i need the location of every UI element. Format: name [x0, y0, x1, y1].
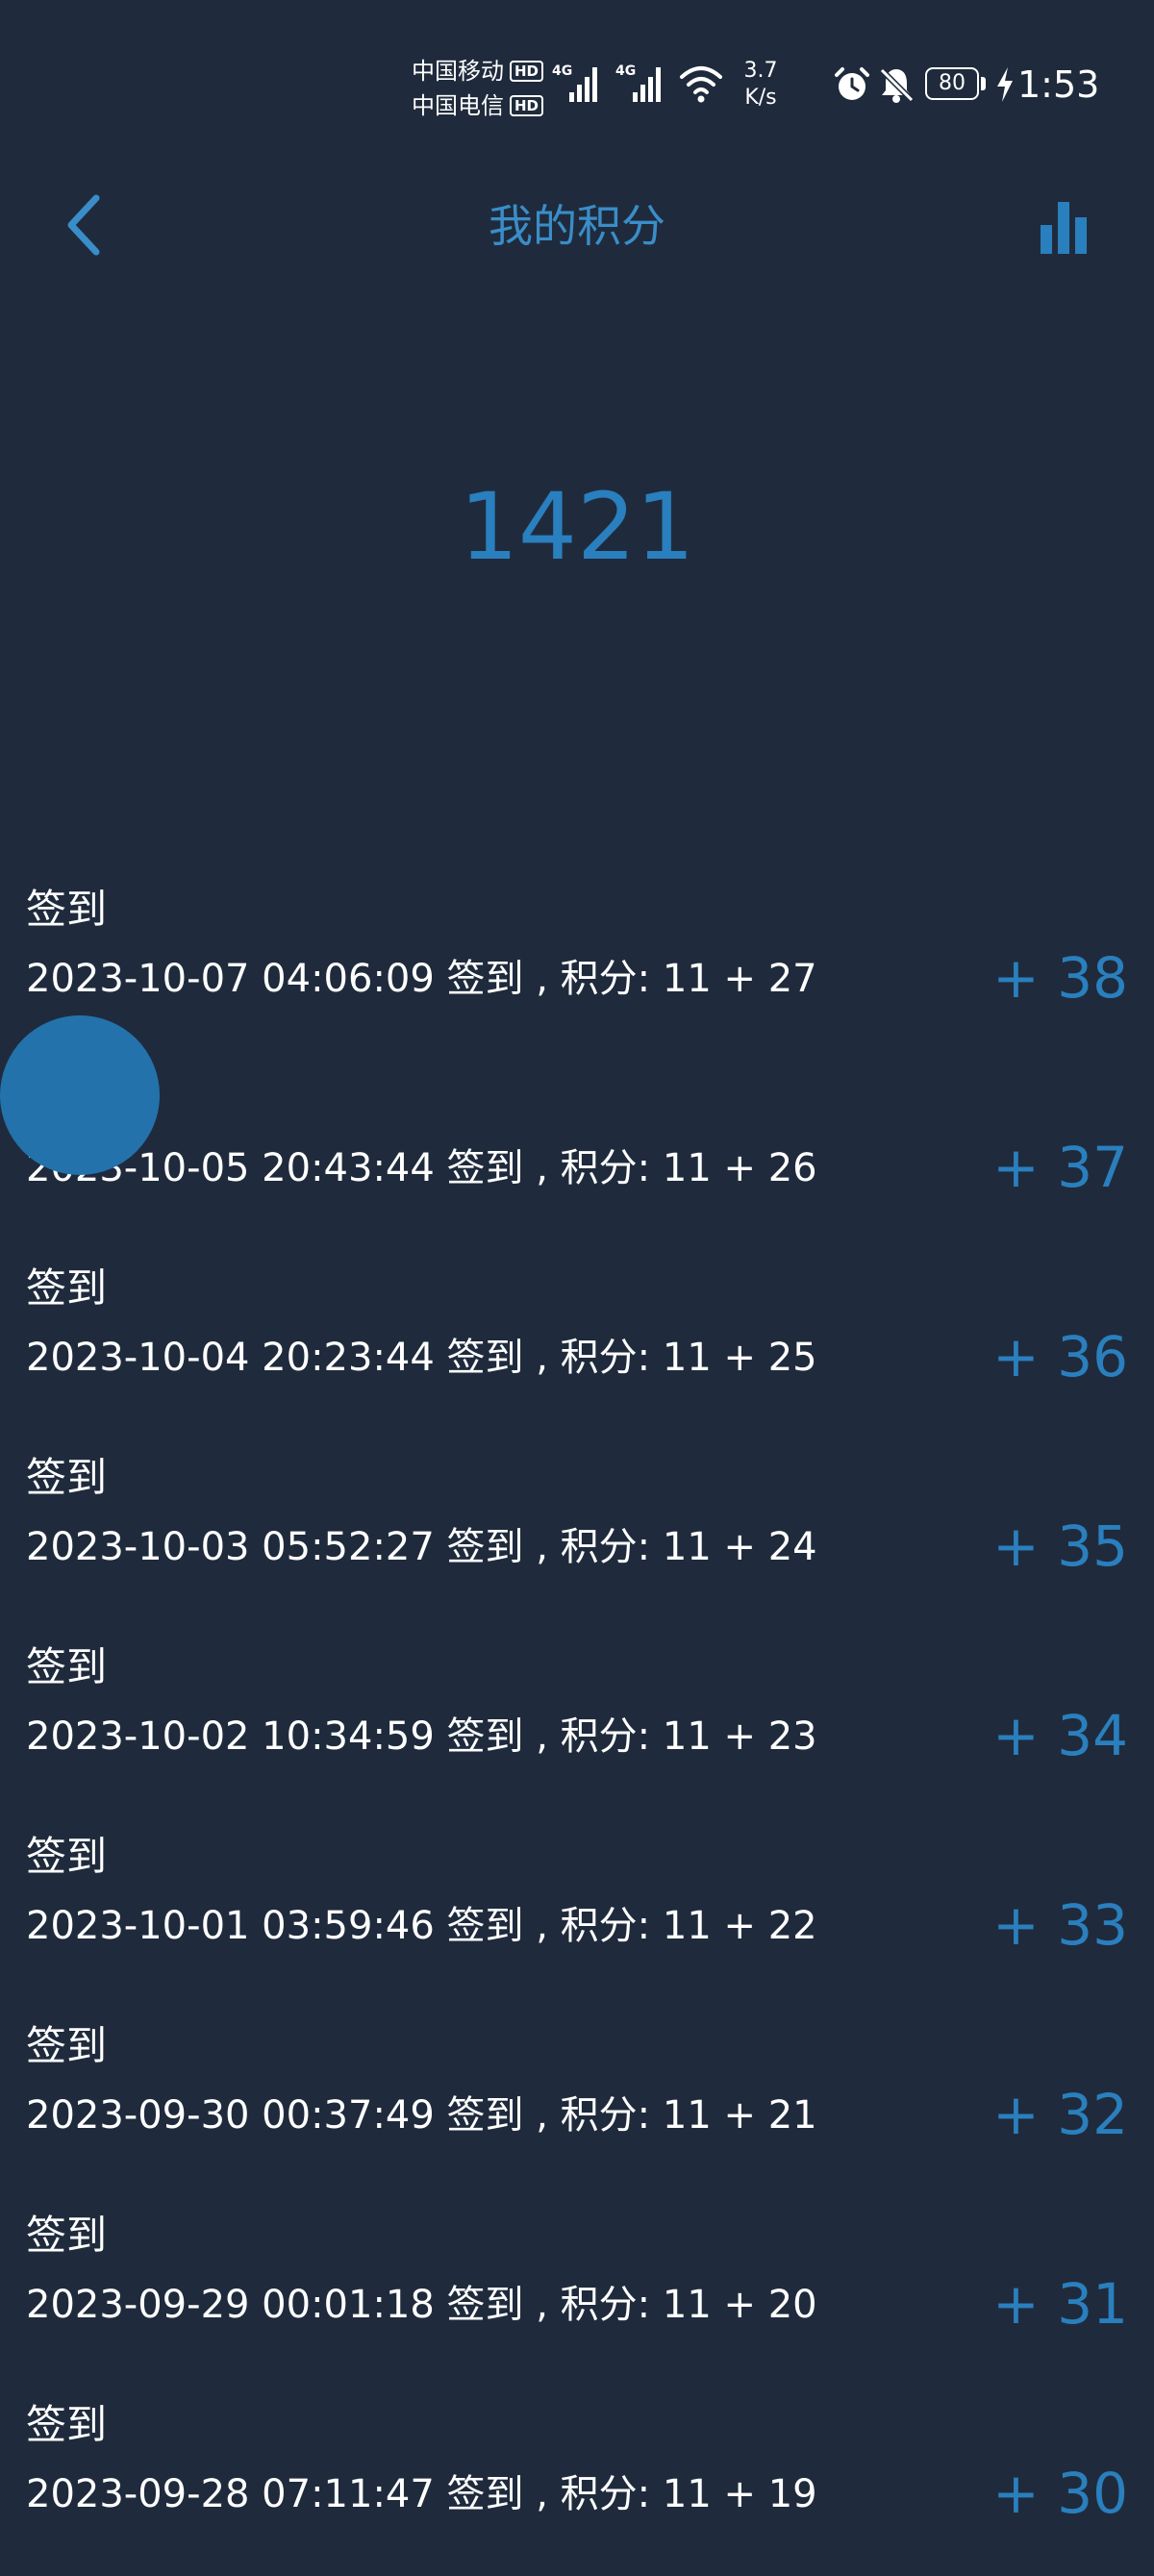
carrier-info: 中国移动 HD 中国电信 HD	[412, 54, 544, 123]
record-detail: 2023-10-01 03:59:46 签到 , 积分: 11 + 22	[26, 1904, 817, 1948]
record-type: 签到	[26, 1643, 108, 1690]
carrier-2-label: 中国电信	[412, 92, 504, 119]
list-item: 签到 2023-10-01 03:59:46 签到 , 积分: 11 + 22 …	[0, 1818, 1154, 2008]
list-item: 签到 2023-09-30 00:37:49 签到 , 积分: 11 + 21 …	[0, 2008, 1154, 2197]
bar-chart-icon	[1041, 202, 1087, 254]
wifi-icon	[680, 66, 722, 103]
record-points: + 34	[992, 1703, 1128, 1768]
page-title: 我的积分	[489, 200, 665, 252]
record-type: 签到	[26, 2401, 108, 2448]
battery-cap	[981, 77, 986, 90]
record-type: 签到	[26, 1833, 108, 1880]
record-detail: 2023-09-29 00:01:18 签到 , 积分: 11 + 20	[26, 2283, 817, 2327]
bell-muted-icon	[879, 67, 915, 103]
record-detail: 2023-10-02 10:34:59 签到 , 积分: 11 + 23	[26, 1714, 817, 1759]
signal-2: 4G	[615, 62, 673, 104]
record-points: + 31	[992, 2271, 1128, 2337]
record-type: 签到	[26, 1264, 108, 1312]
net-speed-unit: K/s	[744, 86, 777, 110]
record-points: + 32	[992, 2082, 1128, 2147]
list-item: 签到 2023-10-02 10:34:59 签到 , 积分: 11 + 23 …	[0, 1629, 1154, 1818]
record-points: + 36	[992, 1324, 1128, 1389]
list-item: 签到 2023-10-03 05:52:27 签到 , 积分: 11 + 24 …	[0, 1439, 1154, 1629]
signal-1: 4G	[552, 62, 610, 104]
record-detail: 2023-10-07 04:06:09 签到 , 积分: 11 + 27	[26, 957, 817, 1001]
record-type: 签到	[26, 886, 108, 933]
stats-button[interactable]	[1035, 196, 1096, 258]
record-detail: 2023-09-28 07:11:47 签到 , 积分: 11 + 19	[26, 2472, 817, 2516]
list-item: 签到 2023-10-05 20:43:44 签到 , 积分: 11 + 26 …	[0, 1061, 1154, 1250]
signal-icon	[633, 67, 661, 102]
alarm-icon	[835, 67, 869, 100]
list-item: 签到 2023-09-28 07:11:47 签到 , 积分: 11 + 19 …	[0, 2387, 1154, 2576]
record-type: 签到	[26, 2212, 108, 2259]
clock: 1:53	[1017, 63, 1100, 106]
record-detail: 2023-10-05 20:43:44 签到 , 积分: 11 + 26	[26, 1146, 817, 1190]
record-type: 签到	[26, 2022, 108, 2069]
record-detail: 2023-10-03 05:52:27 签到 , 积分: 11 + 24	[26, 1525, 817, 1569]
record-type: 签到	[26, 1454, 108, 1501]
charging-icon	[997, 67, 1013, 102]
carrier-row-1: 中国移动 HD	[412, 54, 544, 88]
record-detail: 2023-09-30 00:37:49 签到 , 积分: 11 + 21	[26, 2093, 817, 2138]
signal-icon	[569, 67, 597, 102]
list-item: 签到 2023-10-07 04:06:09 签到 , 积分: 11 + 27 …	[0, 871, 1154, 1061]
status-bar: 中国移动 HD 中国电信 HD 4G 4G 3.7 K/s 80 1:53	[0, 0, 1154, 163]
hd-badge-2: HD	[510, 95, 544, 116]
net-speed-value: 3.7	[743, 59, 778, 83]
list-item: 签到 2023-10-04 20:23:44 签到 , 积分: 11 + 25 …	[0, 1250, 1154, 1439]
points-total: 1421	[459, 473, 695, 581]
net-speed: 3.7 K/s	[737, 58, 785, 112]
record-points: + 37	[992, 1135, 1128, 1200]
battery-icon: 80	[925, 67, 979, 100]
carrier-1-label: 中国移动	[412, 58, 504, 85]
record-points: + 33	[992, 1892, 1128, 1958]
list-item: 签到 2023-09-29 00:01:18 签到 , 积分: 11 + 20 …	[0, 2197, 1154, 2387]
record-points: + 30	[992, 2461, 1128, 2526]
touch-indicator	[0, 1015, 160, 1175]
record-detail: 2023-10-04 20:23:44 签到 , 积分: 11 + 25	[26, 1336, 817, 1380]
carrier-row-2: 中国电信 HD	[412, 88, 544, 123]
record-points: + 35	[992, 1513, 1128, 1579]
hd-badge-1: HD	[510, 61, 544, 82]
record-points: + 38	[992, 945, 1128, 1011]
points-record-list: 签到 2023-10-07 04:06:09 签到 , 积分: 11 + 27 …	[0, 871, 1154, 2576]
